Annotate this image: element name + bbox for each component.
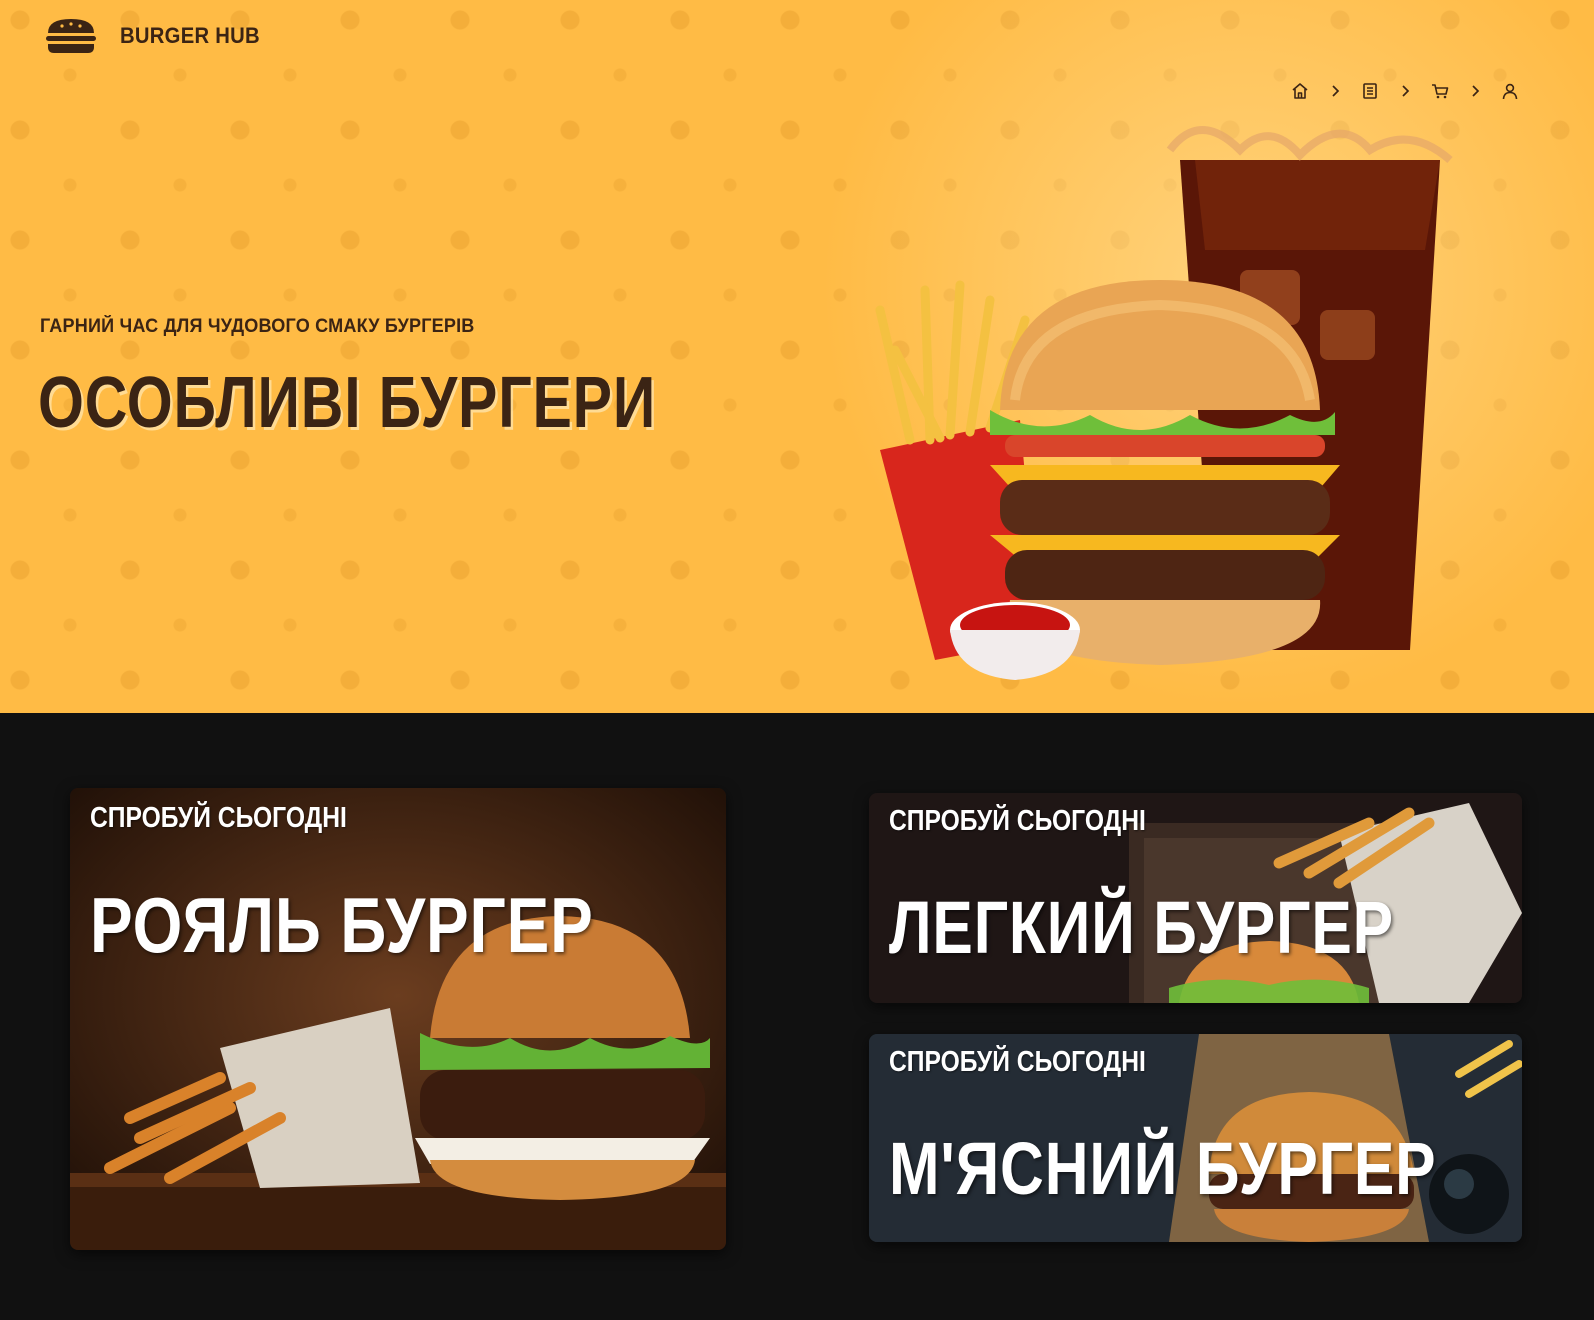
promo-tag: СПРОБУЙ СЬОГОДНІ <box>889 1046 1146 1078</box>
promo-title: ЛЕГКИЙ БУРГЕР <box>889 886 1394 969</box>
burger-logo-icon <box>46 19 96 53</box>
hero-subtitle: ГАРНИЙ ЧАС ДЛЯ ЧУДОВОГО СМАКУ БУРГЕРІВ <box>40 316 475 337</box>
royal-burger-image <box>70 788 726 1250</box>
promo-title: М'ЯСНИЙ БУРГЕР <box>889 1127 1437 1210</box>
promo-tag: СПРОБУЙ СЬОГОДНІ <box>889 805 1146 837</box>
hero-banner: BURGER HUB ГАРНИЙ ЧАС ДЛЯ ЧУДОВОГО СМАКУ… <box>0 0 1594 713</box>
brand-name: BURGER HUB <box>120 23 260 48</box>
promo-card-light-burger[interactable]: СПРОБУЙ СЬОГОДНІ ЛЕГКИЙ БУРГЕР <box>869 793 1522 1003</box>
hero-title: ОСОБЛИВІ БУРГЕРИ <box>38 363 657 443</box>
cart-icon[interactable] <box>1430 81 1450 101</box>
promo-card-meat-burger[interactable]: СПРОБУЙ СЬОГОДНІ М'ЯСНИЙ БУРГЕР <box>869 1034 1522 1242</box>
top-navigation <box>1290 78 1520 104</box>
promo-title: РОЯЛЬ БУРГЕР <box>90 881 594 969</box>
promo-tag: СПРОБУЙ СЬОГОДНІ <box>90 802 347 834</box>
chevron-right-icon <box>1472 85 1480 97</box>
chevron-right-icon <box>1332 85 1340 97</box>
brand[interactable]: BURGER HUB <box>44 14 272 58</box>
chevron-right-icon <box>1402 85 1410 97</box>
menu-list-icon[interactable] <box>1360 81 1380 101</box>
user-icon[interactable] <box>1500 81 1520 101</box>
promo-card-royal-burger[interactable]: СПРОБУЙ СЬОГОДНІ РОЯЛЬ БУРГЕР <box>70 788 726 1250</box>
burger-meal-image <box>875 126 1453 680</box>
home-icon[interactable] <box>1290 81 1310 101</box>
